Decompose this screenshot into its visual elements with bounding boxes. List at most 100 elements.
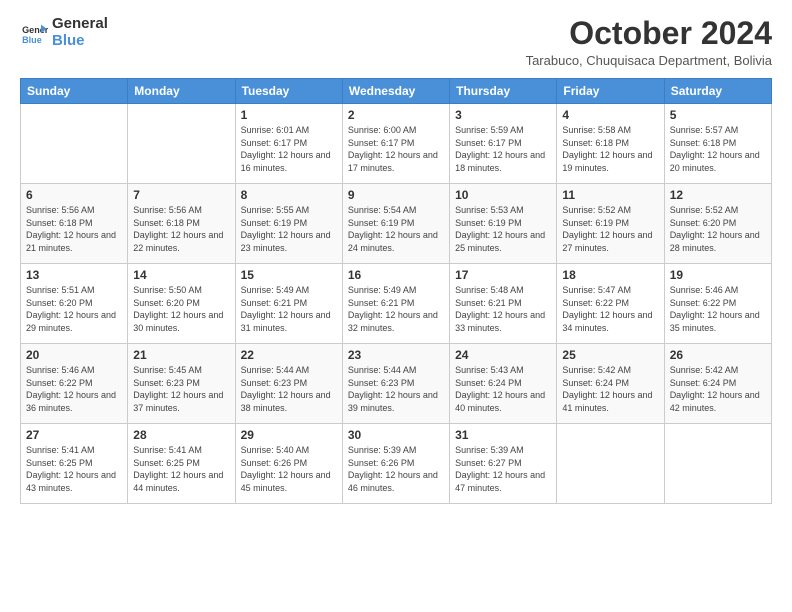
day-info: Sunrise: 5:40 AMSunset: 6:26 PMDaylight:… xyxy=(241,444,337,494)
calendar-cell xyxy=(128,104,235,184)
calendar-cell xyxy=(557,424,664,504)
logo-blue: Blue xyxy=(52,32,85,49)
day-info: Sunrise: 5:52 AMSunset: 6:20 PMDaylight:… xyxy=(670,204,766,254)
day-number: 2 xyxy=(348,108,444,122)
day-number: 11 xyxy=(562,188,658,202)
calendar-cell: 1 Sunrise: 6:01 AMSunset: 6:17 PMDaylight… xyxy=(235,104,342,184)
svg-text:Blue: Blue xyxy=(22,34,42,44)
day-number: 10 xyxy=(455,188,551,202)
calendar-cell: 19Sunrise: 5:46 AMSunset: 6:22 PMDayligh… xyxy=(664,264,771,344)
weekday-header-thursday: Thursday xyxy=(450,79,557,104)
weekday-header-tuesday: Tuesday xyxy=(235,79,342,104)
day-number: 20 xyxy=(26,348,122,362)
calendar-week-4: 20 Sunrise: 5:46 AMSunset: 6:22 PMDayligh… xyxy=(21,344,772,424)
calendar-cell: 26 Sunrise: 5:42 AMSunset: 6:24 PMDayligh… xyxy=(664,344,771,424)
day-info: Sunrise: 5:56 AMSunset: 6:18 PMDaylight:… xyxy=(133,204,229,254)
day-number: 14 xyxy=(133,268,229,282)
day-number: 31 xyxy=(455,428,551,442)
calendar-cell: 6Sunrise: 5:56 AMSunset: 6:18 PMDaylight… xyxy=(21,184,128,264)
day-number: 3 xyxy=(455,108,551,122)
day-number: 30 xyxy=(348,428,444,442)
calendar-cell: 3 Sunrise: 5:59 AMSunset: 6:17 PMDaylight… xyxy=(450,104,557,184)
day-info: Sunrise: 5:39 AMSunset: 6:26 PMDaylight:… xyxy=(348,444,444,494)
calendar-cell: 22Sunrise: 5:44 AMSunset: 6:23 PMDayligh… xyxy=(235,344,342,424)
day-info: Sunrise: 5:41 AMSunset: 6:25 PMDaylight:… xyxy=(133,444,229,494)
day-number: 16 xyxy=(348,268,444,282)
day-number: 5 xyxy=(670,108,766,122)
weekday-header-monday: Monday xyxy=(128,79,235,104)
day-info: Sunrise: 5:59 AMSunset: 6:17 PMDaylight:… xyxy=(455,124,551,174)
logo-text-block: General Blue xyxy=(52,16,108,49)
calendar-cell: 18Sunrise: 5:47 AMSunset: 6:22 PMDayligh… xyxy=(557,264,664,344)
day-info: Sunrise: 5:42 AMSunset: 6:24 PMDaylight:… xyxy=(670,364,766,414)
day-info: Sunrise: 5:53 AMSunset: 6:19 PMDaylight:… xyxy=(455,204,551,254)
logo-line1: General xyxy=(52,16,108,33)
calendar-cell: 30 Sunrise: 5:39 AMSunset: 6:26 PMDayligh… xyxy=(342,424,449,504)
page: General Blue General Blue October 2024 T… xyxy=(0,0,792,514)
calendar-cell: 16 Sunrise: 5:49 AMSunset: 6:21 PMDayligh… xyxy=(342,264,449,344)
day-info: Sunrise: 5:42 AMSunset: 6:24 PMDaylight:… xyxy=(562,364,658,414)
calendar-cell: 4Sunrise: 5:58 AMSunset: 6:18 PMDaylight… xyxy=(557,104,664,184)
calendar-cell: 15Sunrise: 5:49 AMSunset: 6:21 PMDayligh… xyxy=(235,264,342,344)
calendar-body: 1 Sunrise: 6:01 AMSunset: 6:17 PMDaylight… xyxy=(21,104,772,504)
calendar-week-1: 1 Sunrise: 6:01 AMSunset: 6:17 PMDaylight… xyxy=(21,104,772,184)
day-number: 29 xyxy=(241,428,337,442)
day-info: Sunrise: 5:58 AMSunset: 6:18 PMDaylight:… xyxy=(562,124,658,174)
day-number: 9 xyxy=(348,188,444,202)
day-number: 28 xyxy=(133,428,229,442)
weekday-row: SundayMondayTuesdayWednesdayThursdayFrid… xyxy=(21,79,772,104)
calendar-cell: 10 Sunrise: 5:53 AMSunset: 6:19 PMDayligh… xyxy=(450,184,557,264)
logo-icon: General Blue xyxy=(20,19,48,47)
calendar-cell xyxy=(21,104,128,184)
day-info: Sunrise: 5:43 AMSunset: 6:24 PMDaylight:… xyxy=(455,364,551,414)
day-number: 1 xyxy=(241,108,337,122)
day-number: 6 xyxy=(26,188,122,202)
day-info: Sunrise: 5:57 AMSunset: 6:18 PMDaylight:… xyxy=(670,124,766,174)
calendar-cell: 25Sunrise: 5:42 AMSunset: 6:24 PMDayligh… xyxy=(557,344,664,424)
day-info: Sunrise: 5:46 AMSunset: 6:22 PMDaylight:… xyxy=(26,364,122,414)
weekday-header-sunday: Sunday xyxy=(21,79,128,104)
day-number: 27 xyxy=(26,428,122,442)
month-title: October 2024 xyxy=(526,16,772,51)
calendar-cell: 24 Sunrise: 5:43 AMSunset: 6:24 PMDayligh… xyxy=(450,344,557,424)
header: General Blue General Blue October 2024 T… xyxy=(20,16,772,68)
day-info: Sunrise: 5:52 AMSunset: 6:19 PMDaylight:… xyxy=(562,204,658,254)
day-info: Sunrise: 5:49 AMSunset: 6:21 PMDaylight:… xyxy=(241,284,337,334)
day-info: Sunrise: 5:45 AMSunset: 6:23 PMDaylight:… xyxy=(133,364,229,414)
calendar-cell: 29 Sunrise: 5:40 AMSunset: 6:26 PMDayligh… xyxy=(235,424,342,504)
calendar-cell: 13 Sunrise: 5:51 AMSunset: 6:20 PMDayligh… xyxy=(21,264,128,344)
calendar-table: SundayMondayTuesdayWednesdayThursdayFrid… xyxy=(20,78,772,504)
calendar-cell: 23Sunrise: 5:44 AMSunset: 6:23 PMDayligh… xyxy=(342,344,449,424)
day-info: Sunrise: 5:49 AMSunset: 6:21 PMDaylight:… xyxy=(348,284,444,334)
calendar-week-3: 13 Sunrise: 5:51 AMSunset: 6:20 PMDayligh… xyxy=(21,264,772,344)
day-info: Sunrise: 5:50 AMSunset: 6:20 PMDaylight:… xyxy=(133,284,229,334)
calendar-cell: 21Sunrise: 5:45 AMSunset: 6:23 PMDayligh… xyxy=(128,344,235,424)
weekday-header-saturday: Saturday xyxy=(664,79,771,104)
calendar-cell: 28 Sunrise: 5:41 AMSunset: 6:25 PMDayligh… xyxy=(128,424,235,504)
day-number: 13 xyxy=(26,268,122,282)
calendar-week-5: 27 Sunrise: 5:41 AMSunset: 6:25 PMDayligh… xyxy=(21,424,772,504)
day-info: Sunrise: 6:01 AMSunset: 6:17 PMDaylight:… xyxy=(241,124,337,174)
day-info: Sunrise: 6:00 AMSunset: 6:17 PMDaylight:… xyxy=(348,124,444,174)
day-number: 19 xyxy=(670,268,766,282)
logo-line2: Blue xyxy=(52,33,108,50)
day-info: Sunrise: 5:44 AMSunset: 6:23 PMDaylight:… xyxy=(348,364,444,414)
day-info: Sunrise: 5:39 AMSunset: 6:27 PMDaylight:… xyxy=(455,444,551,494)
calendar-week-2: 6 Sunrise: 5:56 AMSunset: 6:18 PMDaylight… xyxy=(21,184,772,264)
day-info: Sunrise: 5:54 AMSunset: 6:19 PMDaylight:… xyxy=(348,204,444,254)
day-info: Sunrise: 5:48 AMSunset: 6:21 PMDaylight:… xyxy=(455,284,551,334)
day-info: Sunrise: 5:41 AMSunset: 6:25 PMDaylight:… xyxy=(26,444,122,494)
day-info: Sunrise: 5:55 AMSunset: 6:19 PMDaylight:… xyxy=(241,204,337,254)
calendar-cell: 17Sunrise: 5:48 AMSunset: 6:21 PMDayligh… xyxy=(450,264,557,344)
day-number: 24 xyxy=(455,348,551,362)
calendar-cell: 5 Sunrise: 5:57 AMSunset: 6:18 PMDaylight… xyxy=(664,104,771,184)
calendar-cell: 7 Sunrise: 5:56 AMSunset: 6:18 PMDaylight… xyxy=(128,184,235,264)
location-subtitle: Tarabuco, Chuquisaca Department, Bolivia xyxy=(526,53,772,68)
day-number: 7 xyxy=(133,188,229,202)
weekday-header-wednesday: Wednesday xyxy=(342,79,449,104)
day-number: 26 xyxy=(670,348,766,362)
day-info: Sunrise: 5:51 AMSunset: 6:20 PMDaylight:… xyxy=(26,284,122,334)
day-number: 8 xyxy=(241,188,337,202)
title-block: October 2024 Tarabuco, Chuquisaca Depart… xyxy=(526,16,772,68)
calendar-header: SundayMondayTuesdayWednesdayThursdayFrid… xyxy=(21,79,772,104)
